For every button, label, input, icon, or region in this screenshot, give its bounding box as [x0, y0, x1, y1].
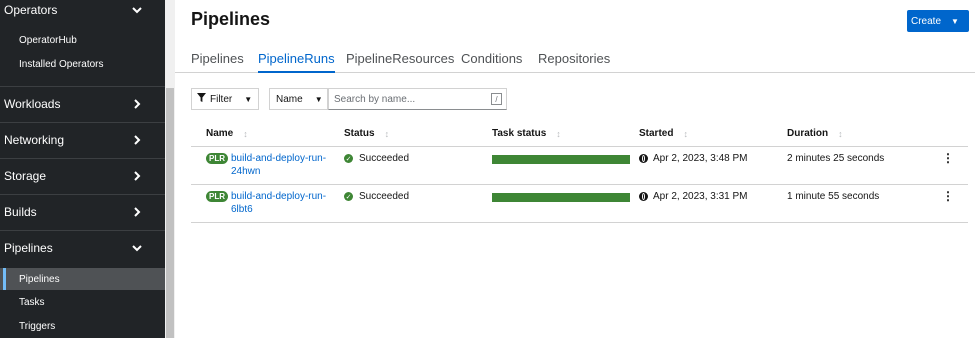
filter-button[interactable]: Filter ▼ — [191, 88, 259, 110]
name-select-value: Name — [276, 93, 303, 105]
tab-pipelineruns[interactable]: PipelineRuns — [258, 51, 335, 73]
sidebar: Operators OperatorHub Installed Operator… — [0, 0, 165, 338]
column-header-name[interactable]: Name ↕ — [206, 128, 248, 139]
column-header-status[interactable]: Status ↕ — [344, 128, 389, 139]
scrollbar-thumb[interactable] — [166, 88, 174, 338]
name-select[interactable]: Name ▼ — [269, 88, 328, 110]
caret-down-icon: ▼ — [244, 94, 253, 104]
tab-pipelines[interactable]: Pipelines — [191, 51, 244, 73]
chevron-down-icon — [131, 242, 143, 254]
nav-group-label: Pipelines — [4, 241, 53, 255]
pipelinerun-name-line: 6lbt6 — [231, 204, 253, 215]
sort-icon: ↕ — [683, 128, 688, 139]
nav-group-storage[interactable]: Storage — [0, 158, 165, 194]
chevron-right-icon — [131, 98, 143, 110]
chevron-right-icon — [131, 134, 143, 146]
sidebar-item-triggers[interactable]: Triggers — [0, 315, 165, 337]
status-cell: ✓ Succeeded — [344, 153, 409, 164]
sidebar-item-label: OperatorHub — [19, 34, 77, 46]
search-placeholder: Search by name... — [334, 93, 416, 105]
sidebar-item-operatorhub[interactable]: OperatorHub — [0, 29, 165, 51]
duration-text: 1 minute 55 seconds — [787, 191, 880, 202]
nav-group-label: Builds — [4, 205, 37, 219]
started-cell: Apr 2, 2023, 3:48 PM — [639, 153, 748, 164]
sort-icon: ↕ — [556, 128, 561, 139]
nav-group-label: Networking — [4, 133, 65, 147]
duration-text: 2 minutes 25 seconds — [787, 153, 885, 164]
started-text: Apr 2, 2023, 3:31 PM — [653, 191, 748, 202]
column-header-label: Task status — [492, 128, 547, 139]
caret-down-icon: ▼ — [314, 94, 323, 104]
nav-group-label: Operators — [4, 3, 58, 17]
sort-icon: ↕ — [243, 128, 248, 139]
pipelinerun-link[interactable]: build-and-deploy-run- 6lbt6 — [231, 190, 331, 216]
started-cell: Apr 2, 2023, 3:31 PM — [639, 191, 748, 202]
task-status-bar[interactable] — [492, 155, 630, 164]
chevron-right-icon — [131, 170, 143, 182]
caret-down-icon: ▼ — [951, 16, 959, 26]
nav-group-workloads[interactable]: Workloads — [0, 86, 165, 122]
pipelinerun-name-line: 24hwn — [231, 166, 261, 177]
kebab-menu-icon[interactable]: ⋮ — [942, 152, 954, 164]
task-status-bar[interactable] — [492, 193, 630, 202]
filter-icon — [197, 93, 206, 105]
main-content: Pipelines Create ▼ Pipelines PipelineRun… — [175, 0, 975, 338]
nav-group-label: Storage — [4, 169, 47, 183]
status-text: Succeeded — [359, 153, 410, 164]
column-header-label: Name — [206, 128, 234, 139]
nav-group-pipelines[interactable]: Pipelines — [0, 230, 165, 266]
tab-pipelineresources[interactable]: PipelineResources — [346, 51, 454, 73]
started-text: Apr 2, 2023, 3:48 PM — [653, 153, 748, 164]
sidebar-item-label: Tasks — [19, 296, 45, 308]
column-header-label: Duration — [787, 128, 829, 139]
filter-label: Filter — [210, 93, 233, 105]
sidebar-item-installed-operators[interactable]: Installed Operators — [0, 53, 165, 75]
sidebar-scrollbar[interactable] — [165, 0, 175, 338]
pipelinerun-link[interactable]: build-and-deploy-run- 24hwn — [231, 152, 331, 178]
nav-group-builds[interactable]: Builds — [0, 194, 165, 230]
divider — [191, 184, 968, 185]
page-title: Pipelines — [191, 9, 271, 29]
globe-icon — [639, 154, 648, 163]
sidebar-item-tasks[interactable]: Tasks — [0, 291, 165, 313]
tab-bar: Pipelines PipelineRuns PipelineResources… — [175, 44, 975, 73]
globe-icon — [639, 192, 648, 201]
nav-group-networking[interactable]: Networking — [0, 122, 165, 158]
nav-group-operators[interactable]: Operators — [0, 0, 165, 28]
check-circle-icon: ✓ — [344, 192, 353, 201]
column-header-label: Status — [344, 128, 375, 139]
sidebar-item-pipelines[interactable]: Pipelines — [0, 268, 165, 290]
sort-icon: ↕ — [384, 128, 390, 139]
status-text: Succeeded — [359, 191, 410, 202]
kebab-menu-icon[interactable]: ⋮ — [942, 190, 954, 202]
column-header-label: Started — [639, 128, 674, 139]
status-cell: ✓ Succeeded — [344, 191, 409, 202]
pipelinerun-name-line: build-and-deploy-run- — [231, 191, 327, 202]
column-header-task-status[interactable]: Task status ↕ — [492, 128, 561, 139]
create-button[interactable]: Create ▼ — [907, 10, 969, 32]
sidebar-item-label: Triggers — [19, 320, 56, 332]
search-input[interactable]: Search by name... / — [328, 88, 507, 110]
sidebar-item-label: Installed Operators — [19, 58, 104, 70]
column-header-duration[interactable]: Duration ↕ — [787, 128, 843, 139]
plr-badge: PLR — [206, 191, 228, 202]
plr-badge: PLR — [206, 153, 228, 164]
create-button-label: Create — [911, 15, 942, 27]
nav-group-label: Workloads — [4, 97, 61, 111]
pipelinerun-name-line: build-and-deploy-run- — [231, 153, 327, 164]
sort-icon: ↕ — [838, 128, 843, 139]
tab-repositories[interactable]: Repositories — [538, 51, 610, 73]
divider — [191, 222, 968, 223]
column-header-started[interactable]: Started ↕ — [639, 128, 688, 139]
sidebar-item-label: Pipelines — [19, 273, 60, 285]
check-circle-icon: ✓ — [344, 154, 353, 163]
chevron-right-icon — [131, 206, 143, 218]
tab-conditions[interactable]: Conditions — [461, 51, 522, 73]
divider — [191, 146, 968, 147]
keyboard-shortcut-hint: / — [491, 93, 502, 105]
chevron-down-icon — [131, 4, 143, 16]
